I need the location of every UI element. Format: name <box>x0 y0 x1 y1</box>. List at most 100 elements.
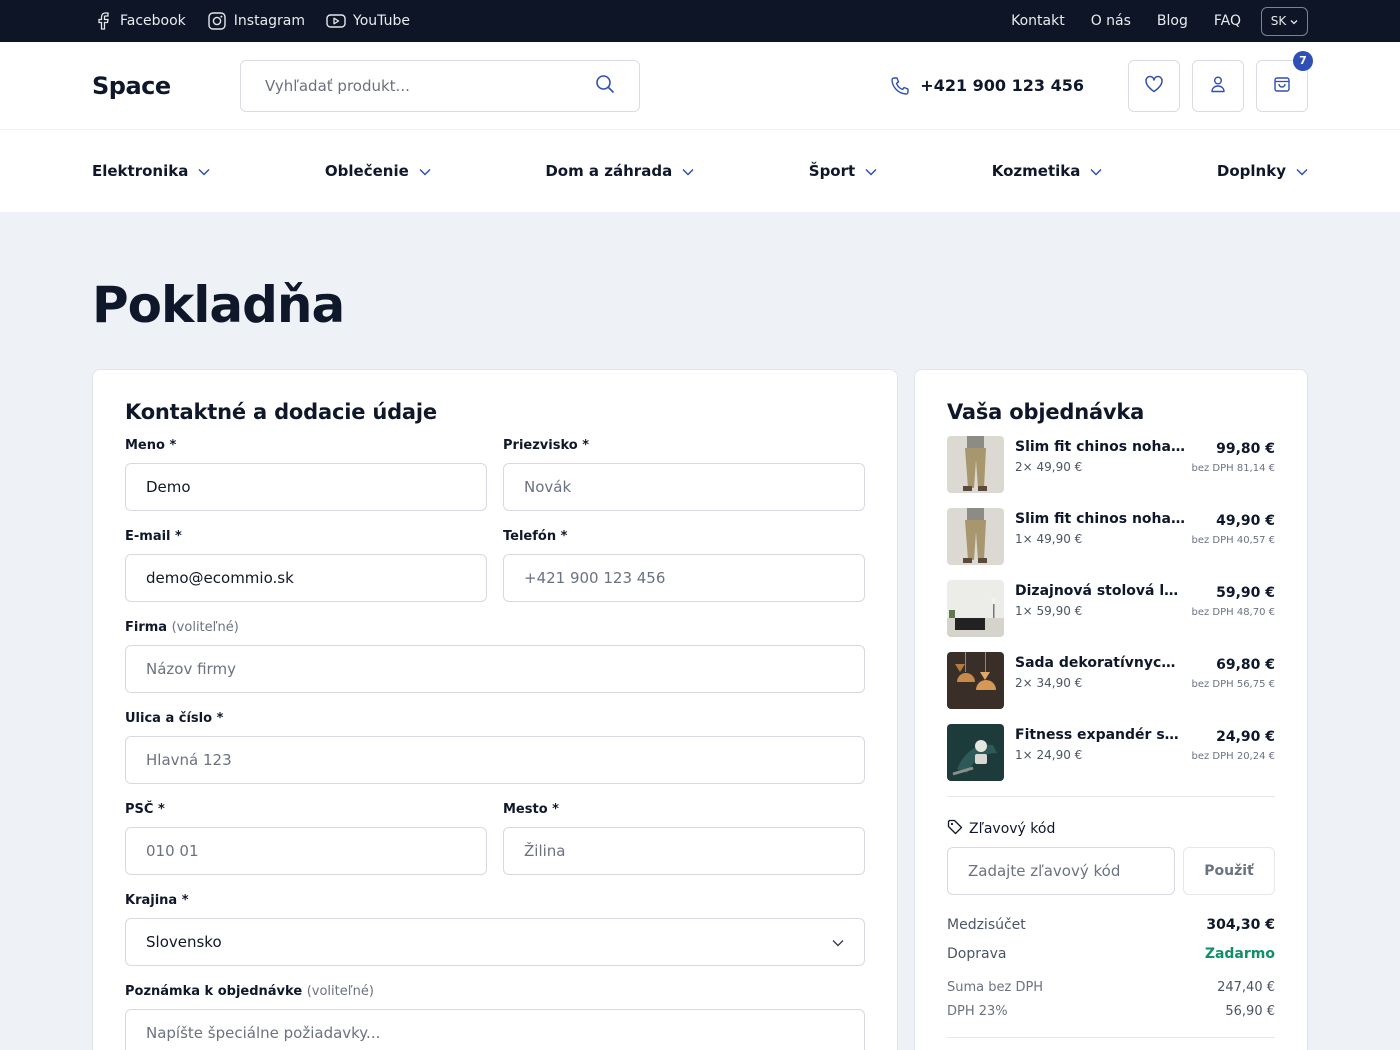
search-placeholder: Vyhľadať produkt... <box>265 76 410 95</box>
shipping-row: Doprava Zadarmo <box>947 946 1275 962</box>
nav-item-elektronika[interactable]: Elektronika <box>92 162 210 180</box>
nav-item-kozmetika[interactable]: Kozmetika <box>992 162 1103 180</box>
vat-row: DPH 23% 56,90 € <box>947 1004 1275 1019</box>
item-qty: 1× 59,90 € <box>1015 604 1083 618</box>
divider <box>947 796 1275 797</box>
header-phone[interactable]: +421 900 123 456 <box>890 76 1084 96</box>
first-name-label: Meno * <box>125 438 177 453</box>
tag-icon <box>947 819 963 839</box>
item-qty: 1× 49,90 € <box>1015 532 1083 546</box>
discount-label: Zľavový kód <box>947 819 1275 839</box>
form-title: Kontaktné a dodacie údaje <box>125 400 437 424</box>
order-item: Slim fit chinos nohavice 1× 49,90 € 49,9… <box>947 508 1275 580</box>
chevron-down-icon <box>865 162 877 180</box>
product-image <box>947 580 1004 637</box>
item-name: Sada dekoratívnych va... <box>1015 655 1185 671</box>
top-bar: Facebook Instagram YouTube Kontakt O nás… <box>0 0 1400 42</box>
subtotal-value: 304,30 € <box>1206 917 1275 933</box>
site-header: Space Vyhľadať produkt... +421 900 123 4… <box>0 42 1400 130</box>
street-field[interactable]: Hlavná 123 <box>125 736 865 784</box>
apply-discount-button[interactable]: Použiť <box>1183 847 1275 895</box>
note-field[interactable]: Napíšte špeciálne požiadavky... <box>125 1009 865 1050</box>
phone-label: Telefón * <box>503 529 568 544</box>
item-price: 24,90 € <box>1216 729 1275 745</box>
item-qty: 1× 24,90 € <box>1015 748 1083 762</box>
vat-value: 56,90 € <box>1225 1004 1275 1019</box>
facebook-link[interactable]: Facebook <box>92 12 186 30</box>
order-item: Dizajnová stolová lamp... 1× 59,90 € 59,… <box>947 580 1275 652</box>
item-net-price: bez DPH 81,14 € <box>1191 463 1275 474</box>
company-field[interactable]: Názov firmy <box>125 645 865 693</box>
item-net-price: bez DPH 56,75 € <box>1191 679 1275 690</box>
chevron-down-icon <box>1290 14 1298 28</box>
nav-item-doplnky[interactable]: Doplnky <box>1217 162 1308 180</box>
order-summary-card: Vaša objednávka Slim fit chinos nohavice… <box>914 369 1308 1050</box>
account-button[interactable] <box>1192 59 1244 112</box>
cart-count-badge: 7 <box>1293 50 1313 71</box>
chevron-down-icon <box>198 162 210 180</box>
optional-hint: (voliteľné) <box>306 984 374 999</box>
item-name: Slim fit chinos nohavice <box>1015 439 1185 455</box>
item-price: 49,90 € <box>1216 513 1275 529</box>
chevron-down-icon <box>1296 162 1308 180</box>
item-net-price: bez DPH 20,24 € <box>1191 751 1275 762</box>
link-o-nas[interactable]: O nás <box>1091 13 1131 29</box>
instagram-link[interactable]: Instagram <box>206 12 305 30</box>
product-image <box>947 508 1004 565</box>
email-field[interactable]: demo@ecommio.sk <box>125 554 487 602</box>
page-title: Pokladňa <box>92 276 345 334</box>
zip-field[interactable]: 010 01 <box>125 827 487 875</box>
shopping-bag-icon <box>1272 74 1292 98</box>
facebook-icon <box>92 12 114 30</box>
order-item: Slim fit chinos nohavice 2× 49,90 € 99,8… <box>947 436 1275 508</box>
search-icon[interactable] <box>595 74 615 98</box>
item-name: Slim fit chinos nohavice <box>1015 511 1185 527</box>
link-kontakt[interactable]: Kontakt <box>1011 13 1065 29</box>
item-net-price: bez DPH 40,57 € <box>1191 535 1275 546</box>
nav-item-oblecenie[interactable]: Oblečenie <box>325 162 431 180</box>
heart-icon <box>1144 75 1164 97</box>
item-name: Fitness expandér sada ... <box>1015 727 1185 743</box>
optional-hint: (voliteľné) <box>171 620 239 635</box>
main-nav: Elektronika Oblečenie Dom a záhrada Špor… <box>0 130 1400 212</box>
country-select[interactable]: Slovensko <box>125 918 865 966</box>
zip-label: PSČ * <box>125 802 165 817</box>
country-label: Krajina * <box>125 893 189 908</box>
net-total-value: 247,40 € <box>1217 980 1275 995</box>
last-name-field[interactable]: Novák <box>503 463 865 511</box>
product-image <box>947 652 1004 709</box>
phone-field[interactable]: +421 900 123 456 <box>503 554 865 602</box>
item-name: Dizajnová stolová lamp... <box>1015 583 1185 599</box>
chevron-down-icon <box>832 933 844 951</box>
instagram-icon <box>206 12 228 30</box>
city-field[interactable]: Žilina <box>503 827 865 875</box>
language-selector[interactable]: SK <box>1261 6 1308 36</box>
item-net-price: bez DPH 48,70 € <box>1191 607 1275 618</box>
search-input[interactable]: Vyhľadať produkt... <box>240 59 640 112</box>
cart-button[interactable]: 7 <box>1256 50 1313 112</box>
email-label: E-mail * <box>125 529 182 544</box>
first-name-field[interactable]: Demo <box>125 463 487 511</box>
item-price: 59,90 € <box>1216 585 1275 601</box>
item-qty: 2× 49,90 € <box>1015 460 1083 474</box>
youtube-link[interactable]: YouTube <box>325 13 410 29</box>
user-icon <box>1209 75 1227 97</box>
chevron-down-icon <box>419 162 431 180</box>
link-faq[interactable]: FAQ <box>1214 13 1241 29</box>
street-label: Ulica a číslo * <box>125 711 224 726</box>
item-qty: 2× 34,90 € <box>1015 676 1083 690</box>
order-item: Fitness expandér sada ... 1× 24,90 € 24,… <box>947 724 1275 796</box>
wishlist-button[interactable] <box>1128 59 1180 112</box>
link-blog[interactable]: Blog <box>1157 13 1188 29</box>
nav-item-dom-a-zahrada[interactable]: Dom a záhrada <box>545 162 694 180</box>
product-image <box>947 724 1004 781</box>
subtotal-row: Medzisúčet 304,30 € <box>947 917 1275 933</box>
net-total-row: Suma bez DPH 247,40 € <box>947 980 1275 995</box>
nav-item-sport[interactable]: Šport <box>809 162 877 180</box>
city-label: Mesto * <box>503 802 559 817</box>
shipping-value: Zadarmo <box>1204 946 1275 962</box>
note-label: Poznámka k objednávke (voliteľné) <box>125 984 374 999</box>
logo[interactable]: Space <box>92 72 240 100</box>
order-item: Sada dekoratívnych va... 2× 34,90 € 69,8… <box>947 652 1275 724</box>
discount-code-input[interactable]: Zadajte zľavový kód <box>947 847 1175 895</box>
